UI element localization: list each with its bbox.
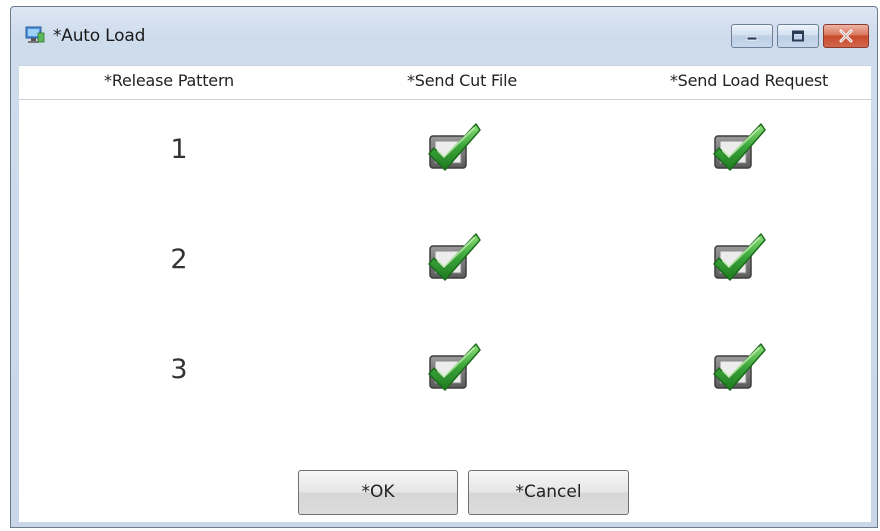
column-header-row: *Release Pattern *Send Cut File *Send Lo…	[19, 66, 871, 100]
column-header-send-cut-file: *Send Cut File	[406, 71, 518, 90]
green-checkmark-checkbox-icon	[713, 123, 766, 171]
send-load-request-checkbox[interactable]	[709, 338, 769, 394]
green-checkmark-checkbox-icon	[713, 233, 766, 281]
maximize-button[interactable]	[777, 24, 819, 48]
send-cut-file-checkbox[interactable]	[424, 228, 484, 284]
send-load-request-checkbox[interactable]	[709, 228, 769, 284]
table-row: 1	[19, 106, 871, 216]
table-row: 2	[19, 216, 871, 326]
green-checkmark-checkbox-icon	[428, 343, 481, 391]
send-cut-file-checkbox[interactable]	[424, 118, 484, 174]
minimize-button[interactable]	[731, 24, 773, 48]
auto-load-window: *Auto Load *Release Pattern *Send Cut Fi…	[10, 6, 878, 528]
table-row: 3	[19, 326, 871, 436]
green-checkmark-checkbox-icon	[428, 233, 481, 281]
release-pattern-number: 3	[170, 354, 188, 385]
release-pattern-number: 1	[170, 134, 188, 165]
minimize-icon	[746, 36, 758, 41]
close-button[interactable]	[823, 24, 869, 48]
cancel-button[interactable]: *Cancel	[468, 470, 629, 515]
window-controls	[731, 24, 869, 48]
column-header-release-pattern: *Release Pattern	[104, 71, 234, 90]
release-pattern-number: 2	[170, 244, 188, 275]
green-checkmark-checkbox-icon	[428, 123, 481, 171]
app-window-icon	[25, 26, 45, 43]
column-header-send-load-request: *Send Load Request	[669, 71, 829, 90]
green-checkmark-checkbox-icon	[713, 343, 766, 391]
maximize-icon	[792, 30, 804, 42]
send-cut-file-checkbox[interactable]	[424, 338, 484, 394]
dialog-content: *Release Pattern *Send Cut File *Send Lo…	[19, 65, 871, 522]
title-bar[interactable]: *Auto Load	[11, 7, 877, 65]
window-title: *Auto Load	[53, 26, 146, 46]
send-load-request-checkbox[interactable]	[709, 118, 769, 174]
ok-button[interactable]: *OK	[298, 470, 458, 515]
close-icon	[839, 29, 853, 43]
